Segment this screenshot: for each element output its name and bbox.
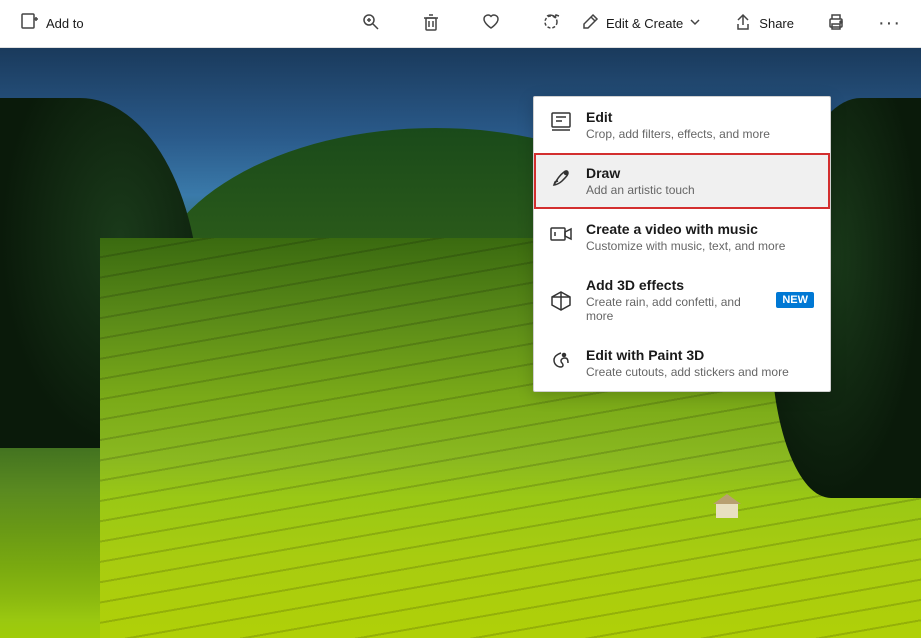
- add-to-label: Add to: [46, 16, 84, 31]
- chevron-down-icon: [689, 16, 701, 31]
- zoom-button[interactable]: [353, 6, 389, 41]
- menu-item-video[interactable]: Create a video with music Customize with…: [534, 209, 830, 265]
- house: [713, 496, 741, 518]
- edit-create-icon: [580, 12, 600, 35]
- more-button[interactable]: ···: [870, 6, 909, 41]
- draw-menu-title: Draw: [586, 165, 695, 181]
- favorite-button[interactable]: [473, 6, 509, 41]
- 3d-menu-title: Add 3D effects: [586, 277, 762, 293]
- video-menu-text: Create a video with music Customize with…: [586, 221, 785, 253]
- paint3d-menu-text: Edit with Paint 3D Create cutouts, add s…: [586, 347, 789, 379]
- menu-item-paint3d[interactable]: Edit with Paint 3D Create cutouts, add s…: [534, 335, 830, 391]
- edit-create-dropdown: Edit Crop, add filters, effects, and mor…: [533, 96, 831, 392]
- video-menu-icon: [550, 223, 572, 245]
- toolbar-right: Edit & Create Share: [572, 6, 909, 41]
- add-to-icon: [20, 11, 40, 36]
- menu-item-3d[interactable]: Add 3D effects Create rain, add confetti…: [534, 265, 830, 335]
- rotate-icon: [541, 12, 561, 35]
- rotate-button[interactable]: [533, 6, 569, 41]
- more-icon: ···: [878, 12, 901, 35]
- delete-button[interactable]: [413, 6, 449, 41]
- toolbar-center: [353, 6, 569, 41]
- edit-menu-title: Edit: [586, 109, 770, 125]
- 3d-menu-icon: [550, 290, 572, 312]
- favorite-icon: [481, 12, 501, 35]
- toolbar-left: Add to: [12, 5, 92, 42]
- new-badge: NEW: [776, 292, 814, 308]
- draw-menu-text: Draw Add an artistic touch: [586, 165, 695, 197]
- edit-create-label: Edit & Create: [606, 16, 683, 31]
- edit-create-button[interactable]: Edit & Create: [572, 6, 709, 41]
- edit-menu-text: Edit Crop, add filters, effects, and mor…: [586, 109, 770, 141]
- share-label: Share: [759, 16, 794, 31]
- image-container: Edit Crop, add filters, effects, and mor…: [0, 48, 921, 638]
- edit-menu-icon: [550, 111, 572, 133]
- menu-item-draw[interactable]: Draw Add an artistic touch: [534, 153, 830, 209]
- paint3d-menu-title: Edit with Paint 3D: [586, 347, 789, 363]
- edit-menu-desc: Crop, add filters, effects, and more: [586, 127, 770, 141]
- zoom-icon: [361, 12, 381, 35]
- paint3d-menu-desc: Create cutouts, add stickers and more: [586, 365, 789, 379]
- share-icon: [733, 12, 753, 35]
- 3d-menu-text: Add 3D effects Create rain, add confetti…: [586, 277, 762, 323]
- toolbar: Add to: [0, 0, 921, 48]
- draw-menu-icon: [550, 167, 572, 189]
- add-to-button[interactable]: Add to: [12, 5, 92, 42]
- print-button[interactable]: [818, 6, 854, 41]
- paint3d-menu-icon: [550, 349, 572, 371]
- menu-item-edit[interactable]: Edit Crop, add filters, effects, and mor…: [534, 97, 830, 153]
- delete-icon: [421, 12, 441, 35]
- draw-menu-desc: Add an artistic touch: [586, 183, 695, 197]
- 3d-menu-desc: Create rain, add confetti, and more: [586, 295, 762, 323]
- video-menu-desc: Customize with music, text, and more: [586, 239, 785, 253]
- share-button[interactable]: Share: [725, 6, 802, 41]
- print-icon: [826, 12, 846, 35]
- video-menu-title: Create a video with music: [586, 221, 785, 237]
